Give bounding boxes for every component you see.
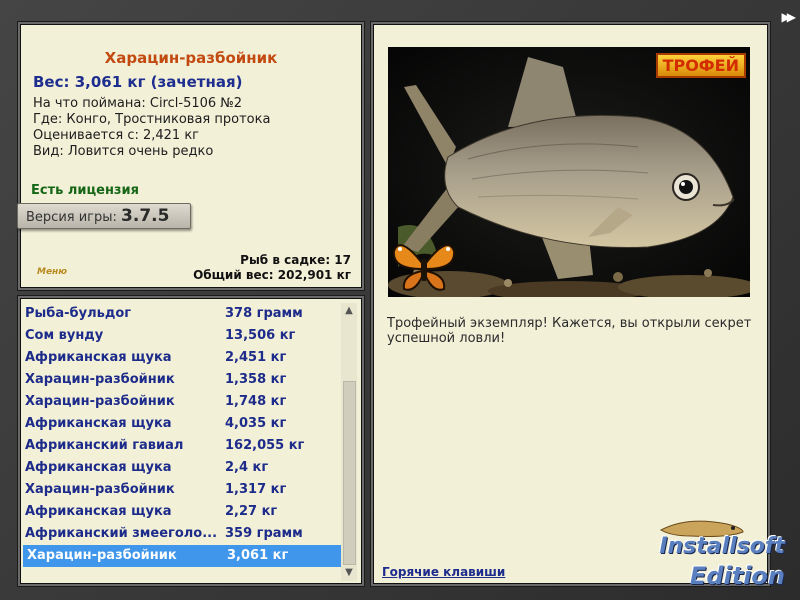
forward-button[interactable]: ▶▶ bbox=[782, 10, 797, 24]
catch-fish-name: Африканская щука bbox=[25, 416, 172, 431]
total-weight: Общий вес: 202,901 кг bbox=[193, 268, 351, 282]
catch-fish-weight: 13,506 кг bbox=[225, 328, 296, 343]
catch-fish-name: Африканская щука bbox=[25, 504, 172, 519]
fish-rating-info: Оценивается с: 2,421 кг bbox=[33, 128, 200, 143]
trophy-details-panel: ТРОФЕЙ Трофейный экземпляр! Кажется, вы … bbox=[373, 24, 768, 584]
catch-list-row[interactable]: Африканская щука 2,451 кг bbox=[21, 347, 343, 369]
catch-fish-weight: 2,27 кг bbox=[225, 504, 278, 519]
hotkeys-link[interactable]: Горячие клавиши bbox=[382, 565, 505, 579]
fish-info-panel: Харацин-разбойник Вес: 3,061 кг (зачетна… bbox=[17, 24, 362, 288]
catch-fish-weight: 2,4 кг bbox=[225, 460, 269, 475]
catch-fish-weight: 359 грамм bbox=[225, 526, 303, 541]
catch-list-row[interactable]: Харацин-разбойник 1,317 кг bbox=[21, 479, 343, 501]
catch-list[interactable]: Рыба-бульдог 378 грамм Сом вунду 13,506 кг А… bbox=[21, 303, 343, 567]
fish-photo: ТРОФЕЙ bbox=[388, 47, 750, 297]
catch-fish-name: Харацин-разбойник bbox=[27, 548, 177, 563]
fish-title: Харацин-разбойник bbox=[104, 49, 278, 67]
catch-list-row[interactable]: Сом вунду 13,506 кг bbox=[21, 325, 343, 347]
catch-fish-weight: 4,035 кг bbox=[225, 416, 287, 431]
catch-list-row[interactable]: Африканская щука 2,27 кг bbox=[21, 501, 343, 523]
logo-text-line1: Installsoft bbox=[659, 534, 785, 559]
scrollbar-thumb[interactable] bbox=[343, 381, 356, 565]
catch-fish-name: Рыба-бульдог bbox=[25, 306, 132, 321]
chevron-up-icon[interactable]: ▲ bbox=[341, 303, 357, 319]
catch-fish-name: Африканская щука bbox=[25, 460, 172, 475]
installsoft-logo: Installsoft Edition bbox=[643, 520, 793, 596]
catch-fish-name: Харацин-разбойник bbox=[25, 482, 175, 497]
catch-fish-weight: 162,055 кг bbox=[225, 438, 305, 453]
catch-fish-name: Африканская щука bbox=[25, 350, 172, 365]
keepnet-count: Рыб в садке: 17 bbox=[240, 253, 351, 267]
catch-fish-weight: 1,358 кг bbox=[225, 372, 287, 387]
game-version-badge: Версия игры: 3.7.5 bbox=[17, 203, 191, 229]
logo-text-line2: Edition bbox=[689, 562, 785, 590]
catch-list-row[interactable]: Харацин-разбойник 1,748 кг bbox=[21, 391, 343, 413]
catch-fish-name: Африканский гавиал bbox=[25, 438, 184, 453]
catch-fish-weight: 1,748 кг bbox=[225, 394, 287, 409]
catch-fish-weight: 1,317 кг bbox=[225, 482, 287, 497]
catch-list-row[interactable]: Африканский гавиал 162,055 кг bbox=[21, 435, 343, 457]
catch-fish-weight: 378 грамм bbox=[225, 306, 303, 321]
catch-list-panel: Рыба-бульдог 378 грамм Сом вунду 13,506 кг А… bbox=[20, 298, 362, 584]
fish-weight: Вес: 3,061 кг (зачетная) bbox=[33, 73, 243, 91]
chevron-down-icon[interactable]: ▼ bbox=[341, 565, 357, 581]
fish-bait-info: На что поймана: Circl-5106 №2 bbox=[33, 96, 243, 111]
fish-illustration bbox=[388, 47, 750, 297]
fish-rarity-info: Вид: Ловится очень редко bbox=[33, 144, 214, 159]
catch-fish-name: Харацин-разбойник bbox=[25, 372, 175, 387]
catch-fish-name: Харацин-разбойник bbox=[25, 394, 175, 409]
trophy-badge: ТРОФЕЙ bbox=[655, 53, 746, 78]
version-value: 3.7.5 bbox=[121, 206, 170, 226]
version-label: Версия игры: bbox=[26, 210, 117, 225]
list-scrollbar[interactable]: ▲ ▼ bbox=[341, 303, 357, 581]
catch-list-row[interactable]: Харацин-разбойник 3,061 кг bbox=[23, 545, 343, 567]
catch-fish-weight: 2,451 кг bbox=[225, 350, 287, 365]
catch-list-row[interactable]: Африканская щука 4,035 кг bbox=[21, 413, 343, 435]
catch-list-row[interactable]: Африканская щука 2,4 кг bbox=[21, 457, 343, 479]
license-status: Есть лицензия bbox=[31, 183, 139, 198]
catch-list-row[interactable]: Харацин-разбойник 1,358 кг bbox=[21, 369, 343, 391]
catch-list-row[interactable]: Рыба-бульдог 378 грамм bbox=[21, 303, 343, 325]
catch-fish-weight: 3,061 кг bbox=[227, 548, 289, 563]
trophy-message: Трофейный экземпляр! Кажется, вы открыли… bbox=[387, 316, 752, 346]
menu-link[interactable]: Меню bbox=[37, 267, 67, 277]
fish-location-info: Где: Конго, Тростниковая протока bbox=[33, 112, 271, 127]
catch-fish-name: Африканский змееголо... bbox=[25, 526, 218, 541]
catch-fish-name: Сом вунду bbox=[25, 328, 104, 343]
catch-list-row[interactable]: Африканский змееголо... 359 грамм bbox=[21, 523, 343, 545]
